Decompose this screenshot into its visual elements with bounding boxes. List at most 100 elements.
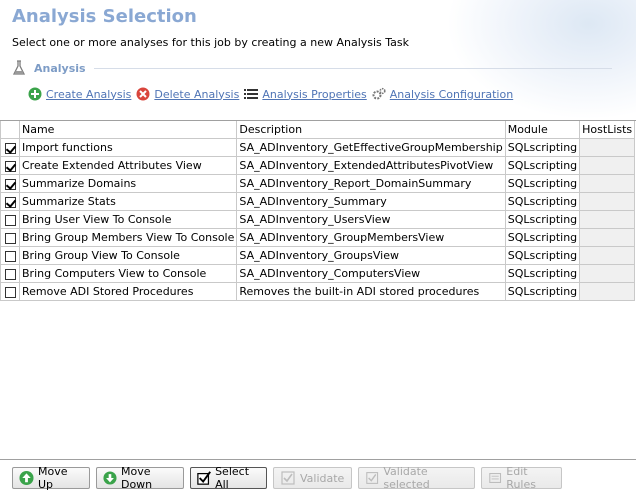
cell-description: Removes the built-in ADI stored procedur… xyxy=(236,282,506,301)
table-row[interactable]: Bring User View To Console SA_ADInventory… xyxy=(0,210,636,229)
cell-hostlists xyxy=(579,264,636,283)
add-icon xyxy=(28,87,42,101)
cell-module: SQLscripting xyxy=(504,156,581,175)
cell-name: Create Extended Attributes View xyxy=(18,156,238,175)
create-analysis-label: Create Analysis xyxy=(46,87,132,101)
row-checkbox[interactable] xyxy=(4,160,16,172)
delete-analysis-button[interactable]: Delete Analysis xyxy=(136,87,239,101)
delete-icon xyxy=(136,87,150,101)
analysis-table: Name Description Module HostLists Import… xyxy=(0,121,636,301)
row-checkbox-cell xyxy=(0,138,20,157)
cell-description: SA_ADInventory_GroupsView xyxy=(236,246,506,265)
cell-description: SA_ADInventory_ExtendedAttributesPivotVi… xyxy=(236,156,506,175)
row-checkbox[interactable] xyxy=(4,178,16,190)
table-row[interactable]: Summarize Domains SA_ADInventory_Report_D… xyxy=(0,174,636,193)
cell-description: SA_ADInventory_ComputersView xyxy=(236,264,506,283)
table-header-row: Name Description Module HostLists xyxy=(0,121,636,139)
cell-hostlists xyxy=(579,138,636,157)
row-checkbox[interactable] xyxy=(4,214,16,226)
cell-module: SQLscripting xyxy=(504,174,581,193)
arrow-down-icon xyxy=(103,471,117,485)
cell-hostlists xyxy=(579,156,636,175)
list-icon xyxy=(244,89,259,99)
row-checkbox-cell xyxy=(0,246,20,265)
cell-module: SQLscripting xyxy=(504,192,581,211)
cell-hostlists xyxy=(579,282,636,301)
table-row[interactable]: Summarize Stats SA_ADInventory_Summary SQL… xyxy=(0,192,636,211)
table-row[interactable]: Remove ADI Stored Procedures Removes the … xyxy=(0,282,636,301)
edit-rules-icon xyxy=(489,472,502,484)
table-row[interactable]: Create Extended Attributes View SA_ADInve… xyxy=(0,156,636,175)
cell-description: SA_ADInventory_GroupMembersView xyxy=(236,228,506,247)
row-checkbox-cell xyxy=(0,174,20,193)
cell-name: Bring Group Members View To Console xyxy=(18,228,238,247)
analysis-configuration-label: Analysis Configuration xyxy=(389,87,514,101)
section-label: Analysis xyxy=(34,61,86,75)
validate-selected-icon xyxy=(366,472,379,484)
row-checkbox[interactable] xyxy=(4,232,16,244)
cell-module: SQLscripting xyxy=(504,246,581,265)
cell-module: SQLscripting xyxy=(504,210,581,229)
edit-rules-label: Edit Rules xyxy=(506,465,536,491)
analysis-properties-label: Analysis Properties xyxy=(262,87,367,101)
gears-icon xyxy=(372,87,386,100)
move-down-label: Move Down xyxy=(120,465,153,491)
cell-hostlists xyxy=(579,210,636,229)
cell-module: SQLscripting xyxy=(504,282,581,301)
bottom-button-bar: Move Up Move Down Select All Validate Va… xyxy=(12,465,568,491)
table-row[interactable]: Bring Computers View to Console SA_ADInve… xyxy=(0,264,636,283)
cell-name: Import functions xyxy=(18,138,238,157)
column-header-hostlists[interactable]: HostLists xyxy=(579,121,636,139)
row-checkbox[interactable] xyxy=(4,142,16,154)
cell-description: SA_ADInventory_Summary xyxy=(236,192,506,211)
cell-description: SA_ADInventory_GetEffectiveGroupMembersh… xyxy=(236,138,506,157)
analysis-grid: Name Description Module HostLists Import… xyxy=(0,120,636,460)
validate-label: Validate xyxy=(300,471,345,485)
move-up-button[interactable]: Move Up xyxy=(12,465,90,491)
create-analysis-button[interactable]: Create Analysis xyxy=(28,87,131,101)
cell-name: Bring Group View To Console xyxy=(18,246,238,265)
row-checkbox[interactable] xyxy=(4,286,16,298)
validate-selected-label: Validate selected xyxy=(383,465,430,491)
analysis-configuration-button[interactable]: Analysis Configuration xyxy=(372,87,513,101)
select-all-button[interactable]: Select All xyxy=(190,465,267,491)
table-row[interactable]: Bring Group Members View To Console SA_AD… xyxy=(0,228,636,247)
validate-icon xyxy=(281,471,295,485)
section-divider xyxy=(93,67,612,69)
cell-hostlists xyxy=(579,246,636,265)
cell-module: SQLscripting xyxy=(504,138,581,157)
edit-rules-button[interactable]: Edit Rules xyxy=(481,465,562,491)
cell-description: SA_ADInventory_UsersView xyxy=(236,210,506,229)
delete-analysis-label: Delete Analysis xyxy=(154,87,240,101)
table-row[interactable]: Import functions SA_ADInventory_GetEffect… xyxy=(0,138,636,157)
table-row[interactable]: Bring Group View To Console SA_ADInventor… xyxy=(0,246,636,265)
cell-name: Summarize Stats xyxy=(18,192,238,211)
column-header-name[interactable]: Name xyxy=(18,121,238,139)
page-title: Analysis Selection xyxy=(12,6,197,27)
row-checkbox-cell xyxy=(0,156,20,175)
column-header-module[interactable]: Module xyxy=(504,121,581,139)
row-checkbox-cell xyxy=(0,282,20,301)
header-checkbox-cell xyxy=(0,121,20,139)
row-checkbox-cell xyxy=(0,192,20,211)
move-up-label: Move Up xyxy=(38,465,68,491)
row-checkbox[interactable] xyxy=(4,250,16,262)
cell-module: SQLscripting xyxy=(504,228,581,247)
cell-name: Summarize Domains xyxy=(18,174,238,193)
move-down-button[interactable]: Move Down xyxy=(96,465,184,491)
checkbox-checked-icon xyxy=(197,471,211,485)
arrow-up-icon xyxy=(19,470,34,486)
validate-button[interactable]: Validate xyxy=(273,467,352,489)
cell-name: Bring Computers View to Console xyxy=(18,264,238,283)
column-header-description[interactable]: Description xyxy=(236,121,506,139)
row-checkbox[interactable] xyxy=(4,268,16,280)
row-checkbox-cell xyxy=(0,228,20,247)
page-subtitle: Select one or more analyses for this job… xyxy=(12,36,410,49)
analysis-properties-button[interactable]: Analysis Properties xyxy=(244,87,367,101)
analysis-section-header: Analysis xyxy=(12,60,612,76)
cell-description: SA_ADInventory_Report_DomainSummary xyxy=(236,174,506,193)
validate-selected-button[interactable]: Validate selected xyxy=(358,465,475,491)
row-checkbox[interactable] xyxy=(4,196,16,208)
cell-name: Remove ADI Stored Procedures xyxy=(18,282,238,301)
cell-hostlists xyxy=(579,228,636,247)
